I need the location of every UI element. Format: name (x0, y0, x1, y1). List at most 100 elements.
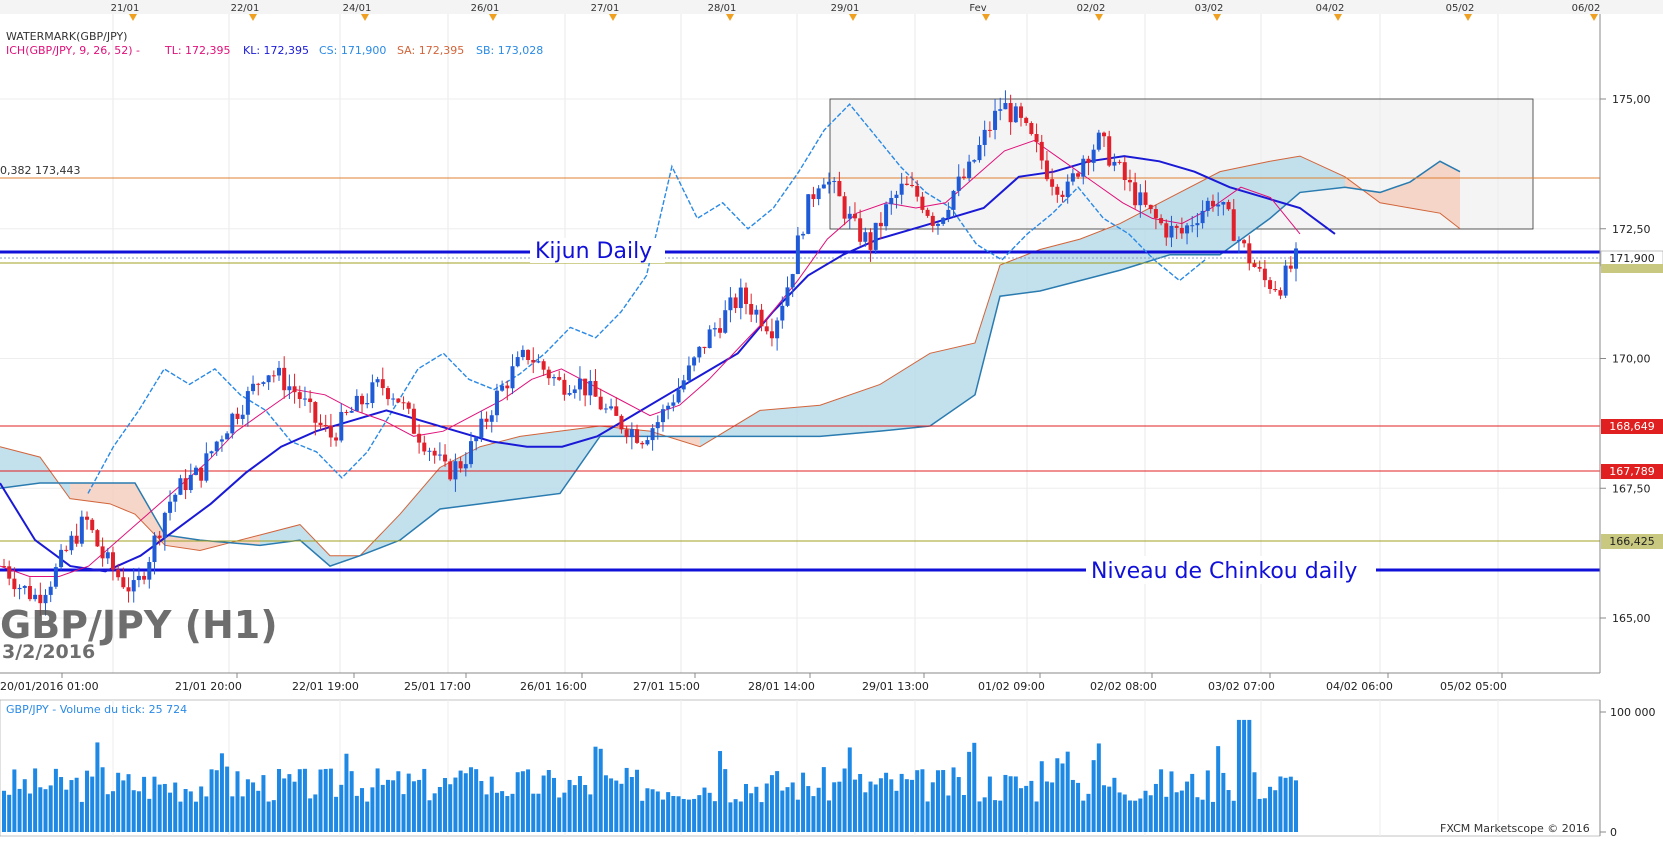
candle-body (806, 194, 811, 234)
candle-body (1122, 162, 1127, 180)
candle-body (22, 585, 27, 588)
candle-body (1107, 136, 1112, 166)
candle-body (219, 439, 224, 442)
candle-body (972, 160, 977, 162)
time-tick-label: 28/01 14:00 (748, 680, 815, 693)
candle-body (1164, 223, 1169, 238)
volume-bar (458, 770, 463, 832)
candle-body (510, 366, 515, 389)
candle-body (385, 388, 390, 400)
volume-bar (557, 797, 562, 832)
candle-body (1044, 160, 1049, 180)
candle-body (354, 395, 359, 411)
candle-body (598, 396, 603, 410)
volume-bar (650, 789, 655, 832)
volume-bar (48, 785, 53, 832)
candle-body (873, 222, 878, 250)
candle-body (188, 474, 193, 491)
time-tick-label: 21/01 20:00 (175, 680, 242, 693)
candle-body (935, 223, 940, 226)
candle-body (214, 441, 219, 452)
volume-bar (795, 799, 800, 832)
volume-bar (1164, 796, 1169, 832)
volume-bar (463, 773, 468, 832)
volume-bar (1226, 790, 1231, 832)
volume-bar (12, 769, 17, 832)
volume-bar (43, 789, 48, 832)
candle-body (1221, 202, 1226, 205)
volume-bar (168, 792, 173, 832)
candle-body (650, 428, 655, 441)
volume-bar (541, 775, 546, 832)
volume-bar (526, 769, 531, 832)
candle-body (7, 566, 12, 579)
volume-bar (546, 770, 551, 832)
candle-body (1205, 200, 1210, 211)
candle-body (832, 180, 837, 182)
volume-bar (427, 800, 432, 832)
candle-body (344, 411, 349, 413)
sb-legend: SB: 173,028 (476, 44, 543, 57)
volume-bar (1252, 772, 1257, 832)
candle-body (474, 437, 479, 442)
candle-body (1143, 192, 1148, 205)
volume-bar (1257, 798, 1262, 832)
candle-body (541, 361, 546, 370)
date-header-label: 26/01 (471, 3, 500, 14)
volume-bar (69, 780, 74, 832)
volume-bar (993, 800, 998, 832)
date-header-label: 22/01 (231, 3, 260, 14)
price-tick-label: 170,00 (1612, 353, 1651, 366)
candle-body (1091, 149, 1096, 163)
volume-bar (801, 772, 806, 832)
candle-body (982, 129, 987, 145)
volume-bar (334, 796, 339, 832)
volume-bar (1003, 774, 1008, 832)
candle-body (33, 594, 38, 600)
candle-body (256, 383, 261, 385)
candle-body (1294, 248, 1298, 269)
volume-bar (38, 787, 43, 832)
candle-body (1008, 103, 1013, 123)
candle-body (759, 309, 764, 327)
volume-bar (59, 777, 64, 832)
candle-body (1231, 209, 1236, 241)
candle-body (562, 379, 567, 395)
candle-body (1024, 117, 1029, 124)
time-axis (0, 673, 1663, 691)
candle-body (1273, 288, 1278, 291)
time-tick-label: 04/02 06:00 (1326, 680, 1393, 693)
candle-body (396, 398, 401, 403)
volume-bar (90, 776, 95, 832)
volume-bar (370, 787, 375, 832)
candle-body (1003, 103, 1008, 110)
volume-bar (100, 767, 105, 832)
volume-bar (790, 782, 795, 832)
volume-bar (453, 777, 458, 832)
candle-body (443, 454, 448, 462)
candle-body (795, 235, 800, 275)
candle-body (318, 422, 323, 425)
candle-body (951, 190, 956, 210)
candle-body (1159, 218, 1164, 224)
candle-body (401, 402, 406, 404)
volume-tick-max: 100 000 (1610, 706, 1656, 719)
volume-bar (635, 769, 640, 832)
volume-bar (1096, 743, 1101, 832)
volume-bar (967, 751, 972, 832)
candle-body (204, 453, 209, 481)
candle-body (961, 176, 966, 178)
candle-body (100, 546, 105, 559)
volume-bar (1065, 751, 1070, 832)
chinkou-label: Niveau de Chinkou daily (1091, 559, 1357, 584)
candle-body (105, 552, 110, 559)
candle-body (463, 464, 468, 469)
candle-body (432, 450, 437, 456)
candle-body (852, 213, 857, 219)
volume-bar (256, 790, 261, 832)
volume-bar (655, 791, 660, 832)
volume-bar (1294, 780, 1298, 832)
candle-body (251, 383, 256, 392)
volume-bar (1268, 786, 1273, 832)
volume-bar (520, 771, 525, 832)
